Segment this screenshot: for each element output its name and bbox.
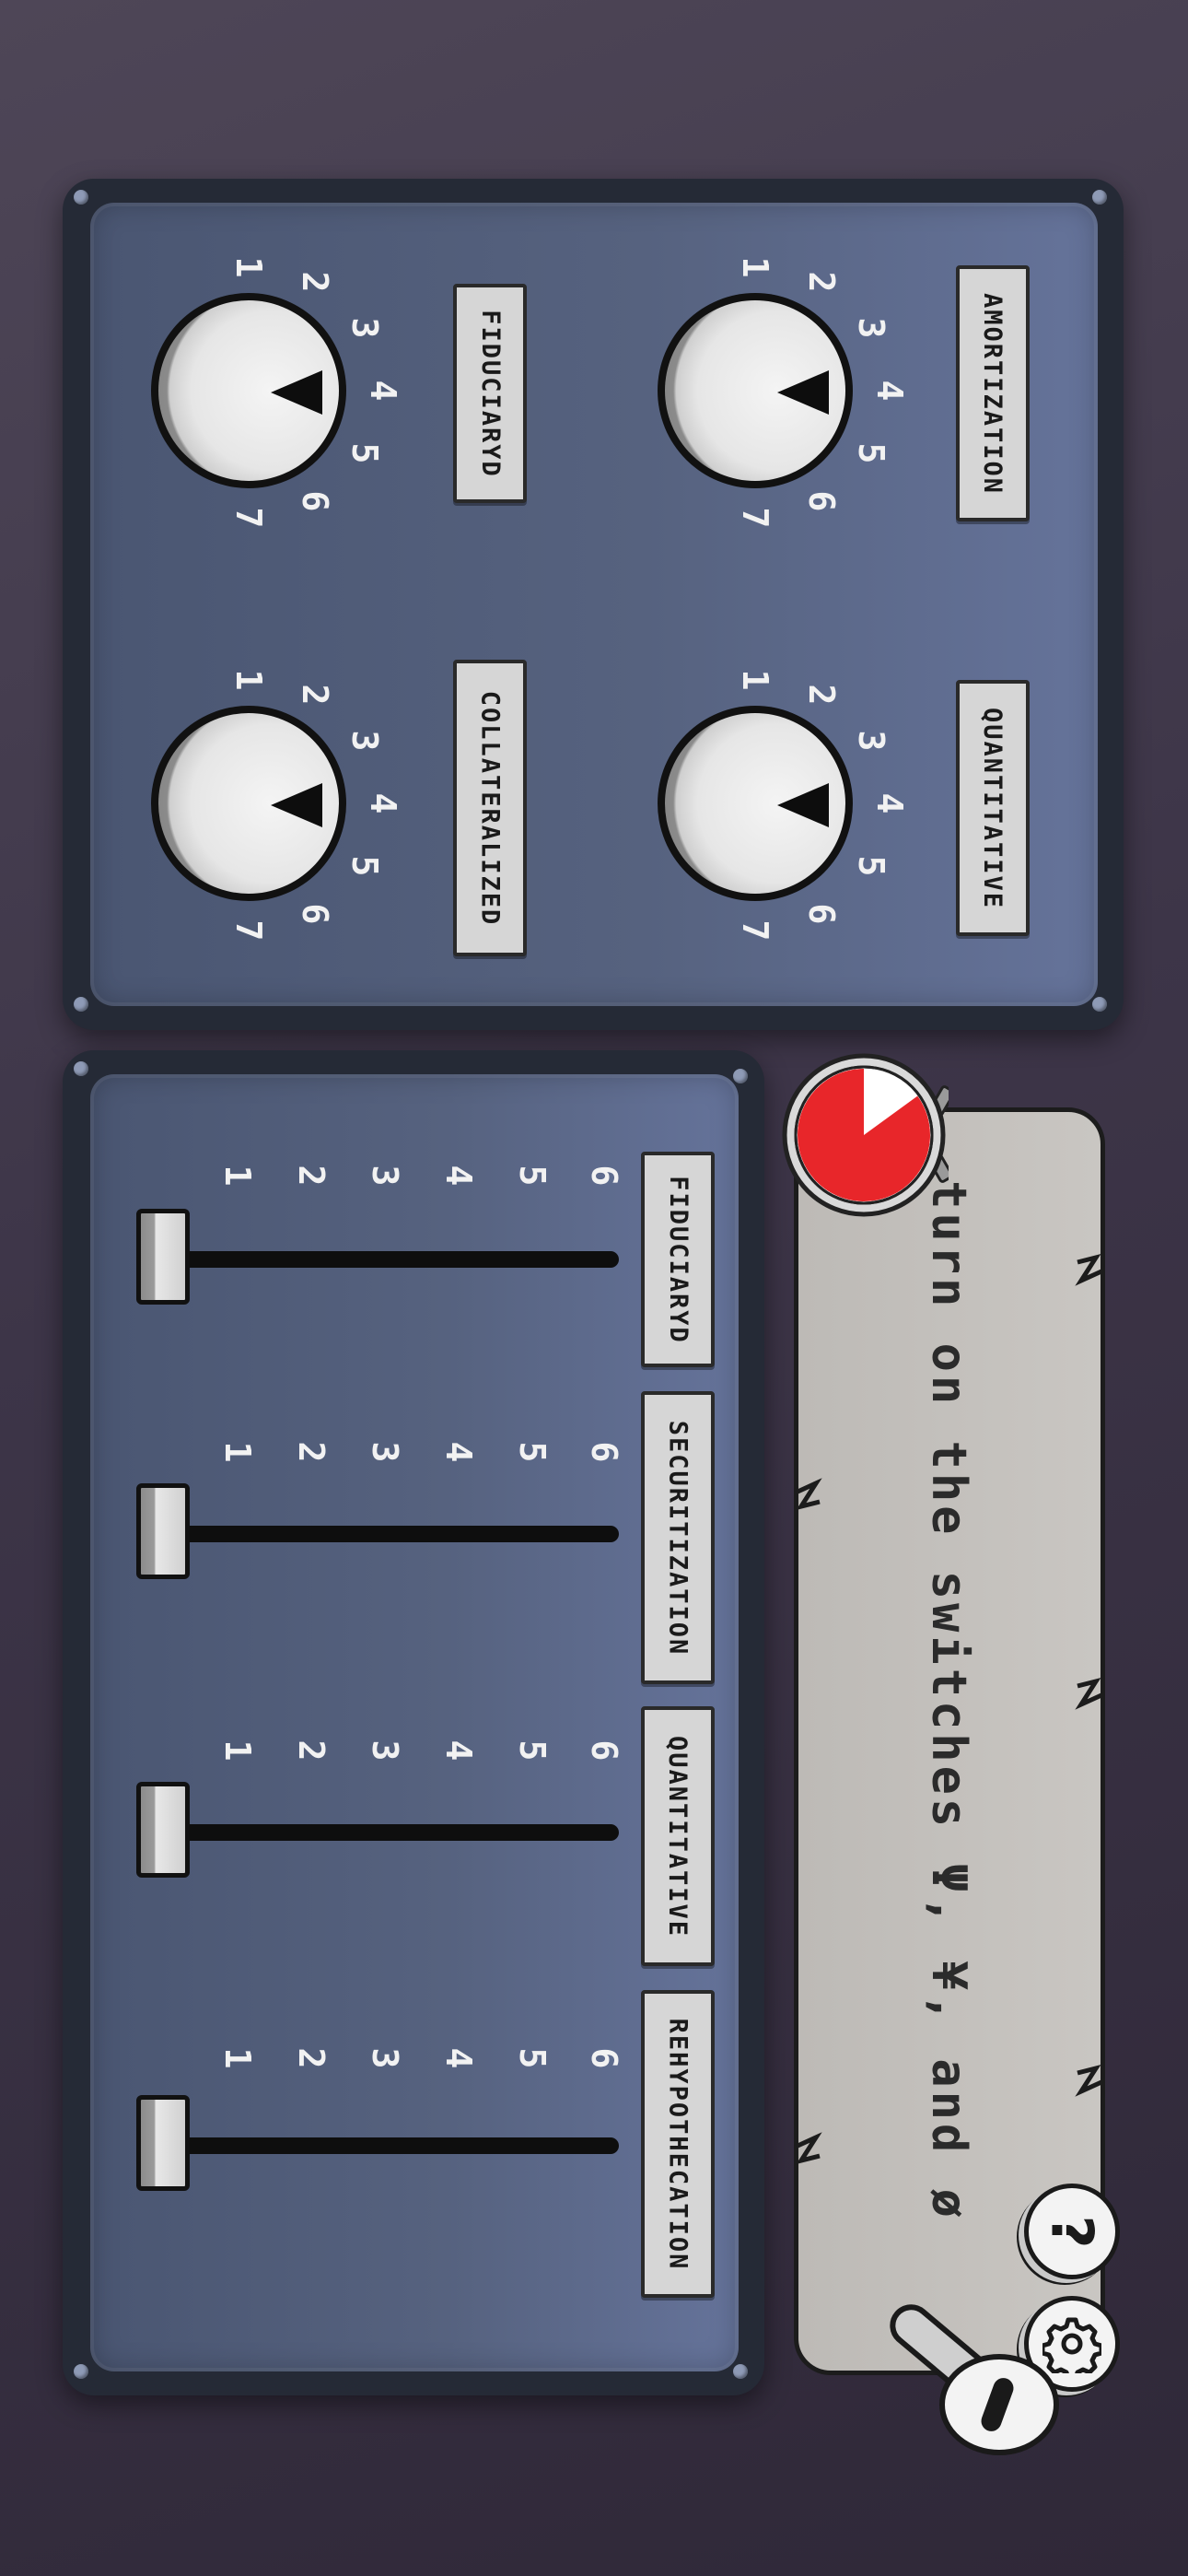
slider-number: 4 — [438, 1739, 479, 1762]
knob-number: 2 — [801, 684, 842, 706]
knob-number: 7 — [228, 919, 269, 942]
slider-number: 2 — [291, 1165, 332, 1187]
screw — [733, 1069, 748, 1083]
slider-number: 4 — [438, 2047, 479, 2069]
slider-number: 6 — [584, 1165, 624, 1187]
knob-number: 5 — [851, 855, 891, 877]
slider-number: 1 — [217, 1165, 258, 1187]
slider-number: 5 — [512, 2047, 553, 2069]
knob-amortization[interactable] — [658, 293, 860, 496]
knob-pointer-icon — [777, 370, 829, 415]
slider-number: 1 — [217, 1441, 258, 1463]
knob-number: 2 — [295, 684, 335, 706]
knob-number: 3 — [851, 730, 891, 752]
stopwatch-graphic — [782, 1053, 955, 1217]
knob-quantitative[interactable] — [658, 706, 860, 908]
knob-number: 6 — [801, 490, 842, 512]
screw — [1092, 997, 1107, 1012]
knob-number: 4 — [869, 380, 910, 402]
slider-handle-rehypothecation[interactable] — [136, 2095, 190, 2191]
knob-number: 7 — [735, 507, 775, 529]
slider-number: 5 — [512, 1441, 553, 1463]
slider-number: 4 — [438, 1165, 479, 1187]
slider-handle-fiduciaryd[interactable] — [136, 1209, 190, 1305]
slider-handle-quantitative[interactable] — [136, 1782, 190, 1878]
slider-label-fiduciaryd: FIDUCIARYD — [641, 1152, 715, 1367]
slider-track — [162, 1526, 619, 1542]
slider-label-rehypothecation: REHYPOTHECATION — [641, 1990, 715, 2298]
knob-number: 3 — [851, 317, 891, 339]
knob-number: 5 — [344, 442, 385, 464]
knob-number: 7 — [228, 507, 269, 529]
instruction-text: turn on the switches Ψ, ¥, and ø — [921, 1180, 976, 2221]
slider-number: 4 — [438, 1441, 479, 1463]
knob-label-fiduciaryd: FIDUCIARYD — [453, 284, 527, 503]
knob-label-amortization: AMORTIZATION — [956, 265, 1030, 521]
knob-number: 1 — [228, 256, 269, 278]
knob-number: 7 — [735, 919, 775, 942]
knob-number: 5 — [851, 442, 891, 464]
slider-number: 5 — [512, 1739, 553, 1762]
help-button[interactable]: ? — [1024, 2184, 1120, 2279]
screw — [74, 2364, 88, 2379]
slider-number: 6 — [584, 1441, 624, 1463]
slider-handle-securitization[interactable] — [136, 1483, 190, 1579]
knob-label-collateralized: COLLATERALIZED — [453, 660, 527, 956]
slider-track — [162, 2137, 619, 2154]
knob-number: 4 — [363, 380, 403, 402]
slider-number: 6 — [584, 2047, 624, 2069]
screw — [74, 190, 88, 205]
screw — [1092, 190, 1107, 205]
knob-collateralized[interactable] — [151, 706, 354, 908]
knob-number: 1 — [228, 669, 269, 691]
knob-number: 3 — [344, 730, 385, 752]
slider-number: 3 — [365, 1165, 405, 1187]
slider-track — [162, 1251, 619, 1268]
knob-number: 4 — [363, 792, 403, 814]
slider-label-securitization: SECURITIZATION — [641, 1391, 715, 1684]
knob-number: 1 — [735, 669, 775, 691]
slider-number: 6 — [584, 1739, 624, 1762]
knob-number: 4 — [869, 792, 910, 814]
knob-pointer-icon — [271, 370, 322, 415]
slider-track — [162, 1824, 619, 1841]
screw — [74, 1061, 88, 1076]
slider-number: 2 — [291, 1739, 332, 1762]
knob-number: 6 — [295, 903, 335, 925]
knob-number: 5 — [344, 855, 385, 877]
knob-label-quantitative: QUANTITATIVE — [956, 680, 1030, 936]
stopwatch-icon — [779, 1050, 955, 1220]
lever-icon[interactable] — [866, 2276, 1068, 2460]
slider-label-quantitative: QUANTITATIVE — [641, 1706, 715, 1966]
screw — [733, 2364, 748, 2379]
slider-number: 2 — [291, 1441, 332, 1463]
slider-number: 3 — [365, 2047, 405, 2069]
slider-number: 1 — [217, 2047, 258, 2069]
knob-number: 2 — [801, 271, 842, 293]
knob-number: 3 — [344, 317, 385, 339]
knob-fiduciaryd[interactable] — [151, 293, 354, 496]
slider-number: 5 — [512, 1165, 553, 1187]
knob-number: 1 — [735, 256, 775, 278]
knob-pointer-icon — [271, 783, 322, 827]
slider-number: 3 — [365, 1739, 405, 1762]
slider-number: 3 — [365, 1441, 405, 1463]
knob-number: 2 — [295, 271, 335, 293]
knob-number: 6 — [801, 903, 842, 925]
slider-number: 2 — [291, 2047, 332, 2069]
knob-number: 6 — [295, 490, 335, 512]
knob-pointer-icon — [777, 783, 829, 827]
slider-number: 1 — [217, 1739, 258, 1762]
screw — [74, 997, 88, 1012]
